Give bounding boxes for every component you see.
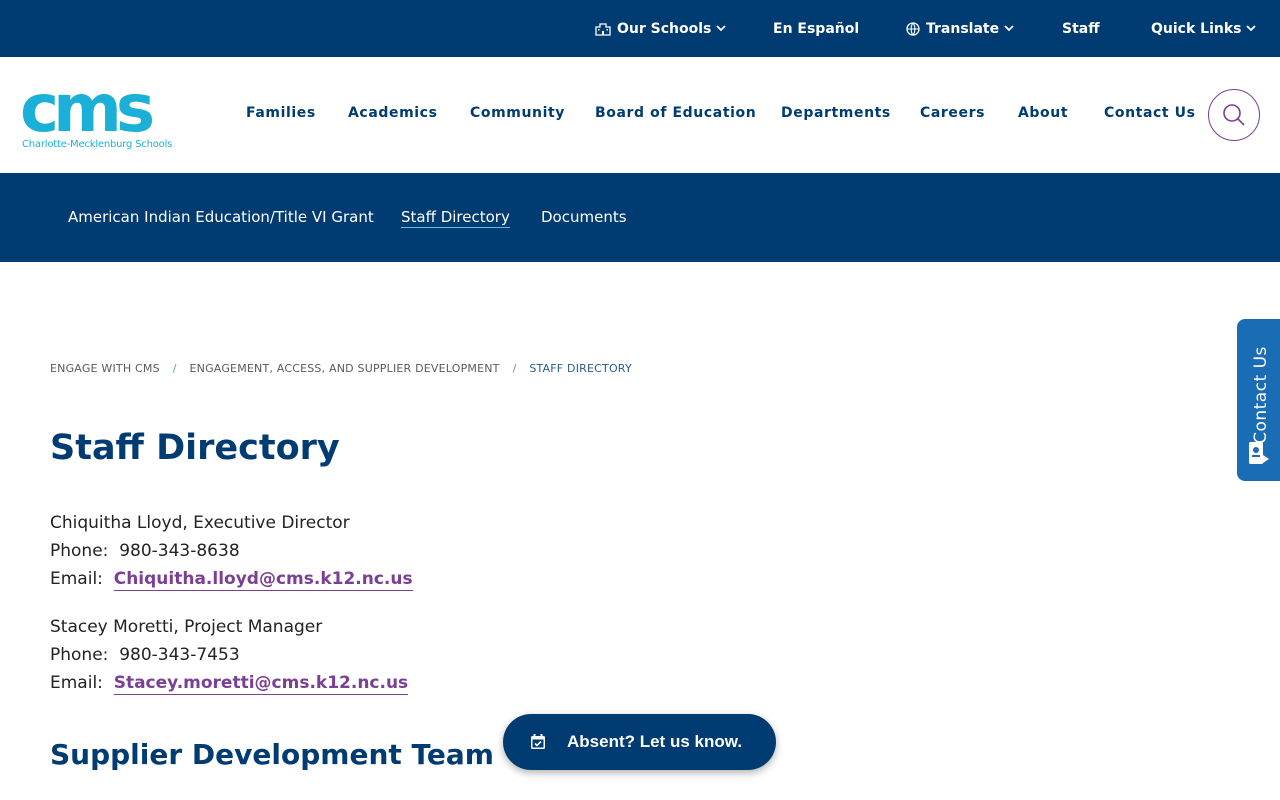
email-link[interactable]: Stacey.moretti@cms.k12.nc.us [113,673,409,695]
subnav-american-indian-education[interactable]: American Indian Education/Title VI Grant [68,208,374,226]
nav-families[interactable]: Families [246,105,316,121]
nav-board-of-education[interactable]: Board of Education [595,105,756,121]
search-button[interactable] [1208,89,1260,141]
chevron-down-icon [1004,25,1014,32]
section-heading-supplier-team: Supplier Development Team [50,738,494,771]
nav-academics[interactable]: Academics [348,105,438,121]
phone-number: 980-343-8638 [119,541,240,561]
absent-report-button[interactable]: Absent? Let us know. [503,714,776,770]
breadcrumb-engage-with-cms[interactable]: ENGAGE WITH CMS [50,362,160,375]
breadcrumb-separator: / [172,362,177,375]
globe-icon [906,21,920,36]
phone-number: 980-343-7453 [119,645,240,665]
chevron-down-icon [716,25,727,32]
phone-label: Phone: [50,645,109,665]
staff-contact: Chiquitha Lloyd, Executive Director Phon… [50,509,413,593]
nav-community[interactable]: Community [470,105,565,121]
en-espanol-label: En Español [773,20,860,37]
email-label: Email: [50,569,103,589]
nav-departments[interactable]: Departments [781,105,891,121]
staff-label: Staff [1062,20,1100,37]
staff-name-title: Stacey Moretti, Project Manager [50,617,323,637]
logo-wordmark: cms [20,70,155,147]
nav-contact-us[interactable]: Contact Us [1104,105,1196,121]
phone-label: Phone: [50,541,109,561]
nav-about[interactable]: About [1018,105,1068,121]
quick-links-menu[interactable]: Quick Links [1151,0,1257,57]
staff-name-title: Chiquitha Lloyd, Executive Director [50,513,350,533]
side-contact-tab[interactable]: Contact Us [1237,319,1280,481]
subnav-staff-directory[interactable]: Staff Directory [401,208,510,228]
staff-contact: Stacey Moretti, Project Manager Phone: 9… [50,613,409,697]
school-building-icon [595,22,611,36]
translate-menu[interactable]: Translate [906,0,1014,57]
breadcrumb: ENGAGE WITH CMS / ENGAGEMENT, ACCESS, AN… [50,362,632,375]
staff-link[interactable]: Staff [1062,0,1100,57]
en-espanol-link[interactable]: En Español [773,0,859,57]
email-link[interactable]: Chiquitha.lloyd@cms.k12.nc.us [113,569,413,591]
search-icon [1222,103,1246,127]
calendar-check-icon [529,733,547,751]
utility-bar: Our Schools En Español Translate Staff Q… [0,0,1280,57]
page-title: Staff Directory [50,428,340,468]
cms-logo[interactable]: cms Charlotte-Mecklenburg Schools [20,70,195,151]
side-contact-label: Contact Us [1251,346,1271,444]
breadcrumb-separator: / [512,362,517,375]
site-header: cms Charlotte-Mecklenburg Schools Famili… [0,57,1280,173]
absent-button-label: Absent? Let us know. [567,732,743,751]
breadcrumb-engagement-access[interactable]: ENGAGEMENT, ACCESS, AND SUPPLIER DEVELOP… [190,362,500,375]
staff-email-line: Email: Chiquitha.lloyd@cms.k12.nc.us [50,565,413,593]
contact-card-icon [1248,441,1270,471]
staff-phone-line: Phone: 980-343-7453 [50,641,408,669]
our-schools-label: Our Schools [617,20,712,37]
translate-label: Translate [926,20,1000,37]
nav-careers[interactable]: Careers [920,105,985,121]
staff-email-line: Email: Stacey.moretti@cms.k12.nc.us [50,669,409,697]
logo-subtitle: Charlotte-Mecklenburg Schools [22,139,173,150]
our-schools-menu[interactable]: Our Schools [595,0,727,57]
subnav-documents[interactable]: Documents [541,208,627,226]
quick-links-label: Quick Links [1151,20,1242,37]
chevron-down-icon [1246,25,1257,32]
staff-phone-line: Phone: 980-343-8638 [50,537,413,565]
breadcrumb-current: STAFF DIRECTORY [529,362,632,375]
email-label: Email: [50,673,103,693]
section-subnav: American Indian Education/Title VI Grant… [0,173,1280,262]
